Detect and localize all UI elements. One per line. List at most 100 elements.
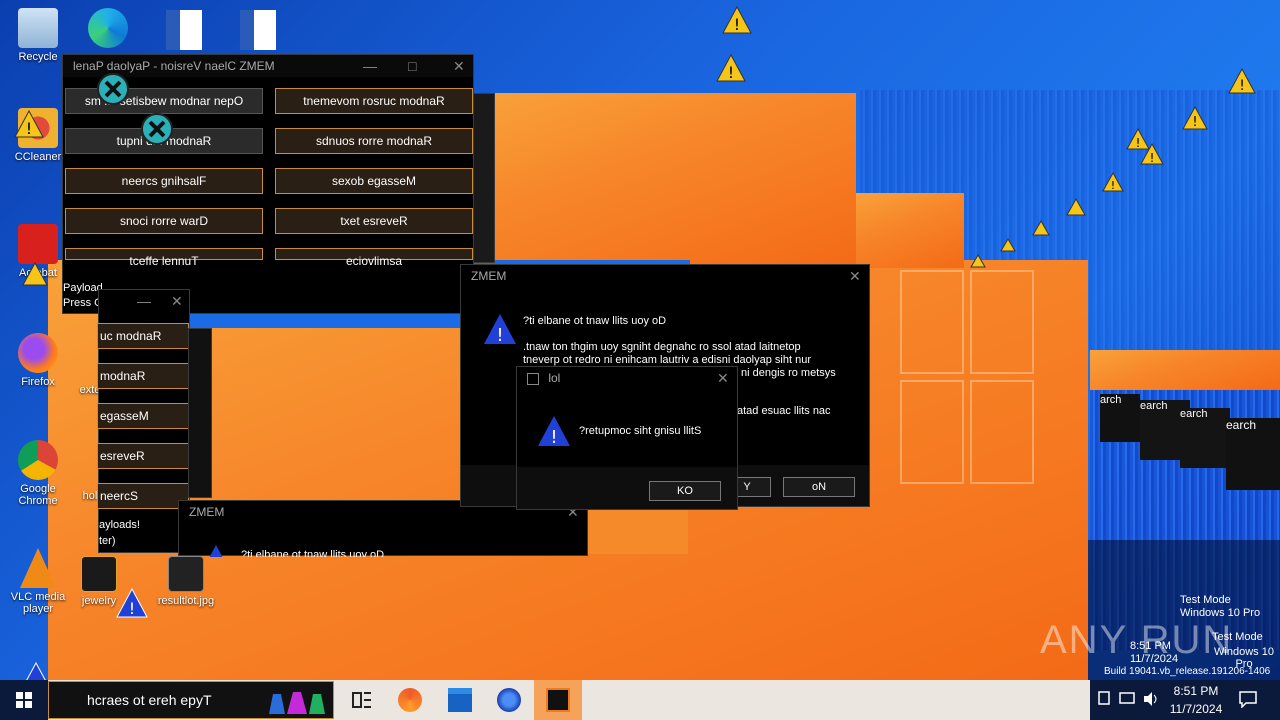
dialog-body-line: ni dengis ro metsys (741, 367, 836, 379)
no-button[interactable]: oN (783, 477, 855, 497)
svg-text:!: ! (129, 599, 135, 618)
svg-text:!: ! (734, 15, 740, 34)
desktop-icon-resultlot[interactable]: resultlot.jpg (148, 556, 224, 607)
windows-logo-fragment (900, 270, 1034, 500)
panel-footer: Payload Press C (63, 282, 103, 309)
payload-button[interactable]: neercS (97, 483, 189, 509)
close-icon[interactable]: ✕ (171, 290, 183, 312)
start-button[interactable] (0, 680, 48, 720)
ok-button[interactable]: KO (649, 481, 721, 501)
active-app-tab[interactable] (534, 680, 582, 720)
svg-text:!: ! (1150, 151, 1155, 165)
payload-button[interactable]: eciovlimsa (275, 248, 473, 268)
payload-button[interactable]: sexob egasseM (275, 168, 473, 194)
payload-button[interactable]: esreveR (97, 443, 189, 469)
svg-text:!: ! (1192, 115, 1197, 130)
svg-text:!: ! (26, 119, 32, 138)
svg-text:!: ! (496, 325, 503, 345)
payload-button[interactable]: uc modnaR (97, 323, 189, 349)
window-title: lol (548, 371, 561, 385)
minimize-icon[interactable]: — (363, 55, 377, 77)
task-view-icon[interactable] (350, 688, 374, 712)
warning-icon: ! (1102, 172, 1124, 192)
volume-icon[interactable] (1142, 690, 1160, 708)
window-titlebar: lol ✕ (517, 367, 737, 389)
lol-dialog[interactable]: lol ✕ ! ?retupmoc siht gnisu llitS KO (516, 366, 738, 510)
dialog-body-line: atad esuac llits nac (737, 405, 831, 417)
network-icon[interactable] (1096, 690, 1112, 708)
warning-icon: ! (1182, 106, 1208, 130)
close-icon[interactable]: ✕ (717, 367, 729, 389)
display-icon[interactable] (1118, 690, 1136, 708)
payload-button[interactable]: modnaR (97, 363, 189, 389)
edge-taskbar-icon[interactable] (398, 688, 422, 712)
minimize-icon[interactable]: — (137, 290, 151, 312)
payload-button[interactable]: egasseM (97, 403, 189, 429)
clock-date[interactable]: 11/7/2024 (1166, 702, 1226, 716)
science-flasks-icon (269, 692, 325, 714)
edge-icon[interactable] (88, 8, 128, 48)
ghost-search-box: arch (1100, 394, 1140, 442)
ghost-search-box: earch (1226, 418, 1280, 490)
panel-footer: ayloads! ter) (99, 519, 140, 547)
wallpaper-fragment (856, 193, 964, 268)
window-titlebar: — ✕ (99, 290, 189, 312)
warning-icon: ! (722, 6, 752, 34)
firefox-taskbar-icon[interactable] (497, 688, 521, 712)
desktop-icon-label: CCleaner (14, 151, 62, 163)
word-document-icon[interactable] (240, 10, 276, 50)
window-titlebar: ZMEM ✕ (461, 265, 869, 287)
desktop-icon-label: Google Chrome (18, 483, 58, 507)
test-mode-text: Test Mode (1180, 594, 1231, 606)
close-icon[interactable]: ✕ (849, 265, 861, 287)
ghost-search-box: earch (1180, 408, 1230, 468)
app-icon (527, 372, 539, 385)
payload-button[interactable]: snoci rorre warD (65, 208, 263, 234)
clock-time[interactable]: 8:51 PM (1166, 684, 1226, 698)
warning-icon (1032, 220, 1050, 236)
payload-button[interactable]: sdnuos rorre modnaR (275, 128, 473, 154)
warning-icon: ! (1228, 68, 1256, 94)
file-explorer-icon[interactable] (448, 688, 472, 712)
desktop-icon-label: resultlot.jpg (157, 595, 215, 607)
wallpaper-fragment (480, 93, 856, 268)
warning-icon (1066, 198, 1086, 216)
error-icon (97, 73, 129, 105)
vlc-cone-icon (20, 548, 56, 588)
word-document-icon[interactable] (166, 10, 202, 50)
warning-icon (1000, 238, 1016, 252)
warning-icon (209, 545, 223, 557)
payload-button[interactable]: neercs gnihsalF (65, 168, 263, 194)
desktop-icon-firefox[interactable]: Firefox (0, 333, 76, 388)
warning-icon (22, 262, 48, 286)
image-file-icon (168, 556, 204, 592)
dialog-message: ?retupmoc siht gnisu llitS (579, 425, 702, 437)
windows-logo-icon (16, 692, 32, 708)
dialog-question: ?ti elbane ot tnaw llits uoy oD (523, 315, 667, 327)
warning-icon: ! (716, 54, 746, 82)
warning-icon: ! (14, 110, 44, 138)
notifications-icon[interactable] (1238, 690, 1258, 708)
dialog-question: ?ti elbane ot tnaw llits uoy oD (241, 549, 385, 557)
window-title: ZMEM (189, 505, 225, 519)
wallpaper-fragment (1090, 350, 1280, 390)
desktop-icon-label: jewelry (81, 595, 117, 607)
chrome-icon (18, 440, 58, 480)
warning-icon: ! (484, 314, 516, 345)
payload-button[interactable]: txet esreveR (275, 208, 473, 234)
memz-payload-panel-copy[interactable]: — ✕ uc modnaR modnaR egasseM esreveR nee… (97, 289, 190, 553)
memz-app-icon (546, 688, 570, 712)
ghost-window (188, 328, 212, 498)
error-icon (141, 113, 173, 145)
search-box[interactable]: hcraes ot ereh epyT (48, 681, 334, 719)
payload-button[interactable]: tceffe lennuT (65, 248, 263, 268)
payload-button[interactable]: sm ... 'setisbew modnar nepO (65, 88, 263, 114)
maximize-icon[interactable]: □ (408, 55, 416, 77)
firefox-icon (18, 333, 58, 373)
desktop-icon-chrome[interactable]: Google Chrome (0, 440, 76, 507)
wallpaper-fragment (588, 508, 688, 554)
desktop-icon-label: VLC media player (10, 591, 66, 615)
window-title: lenaP daolyaP - noisreV naelC ZMEM (73, 59, 275, 73)
payload-button[interactable]: tnemevom rosruc modnaR (275, 88, 473, 114)
close-icon[interactable]: ✕ (453, 55, 465, 77)
